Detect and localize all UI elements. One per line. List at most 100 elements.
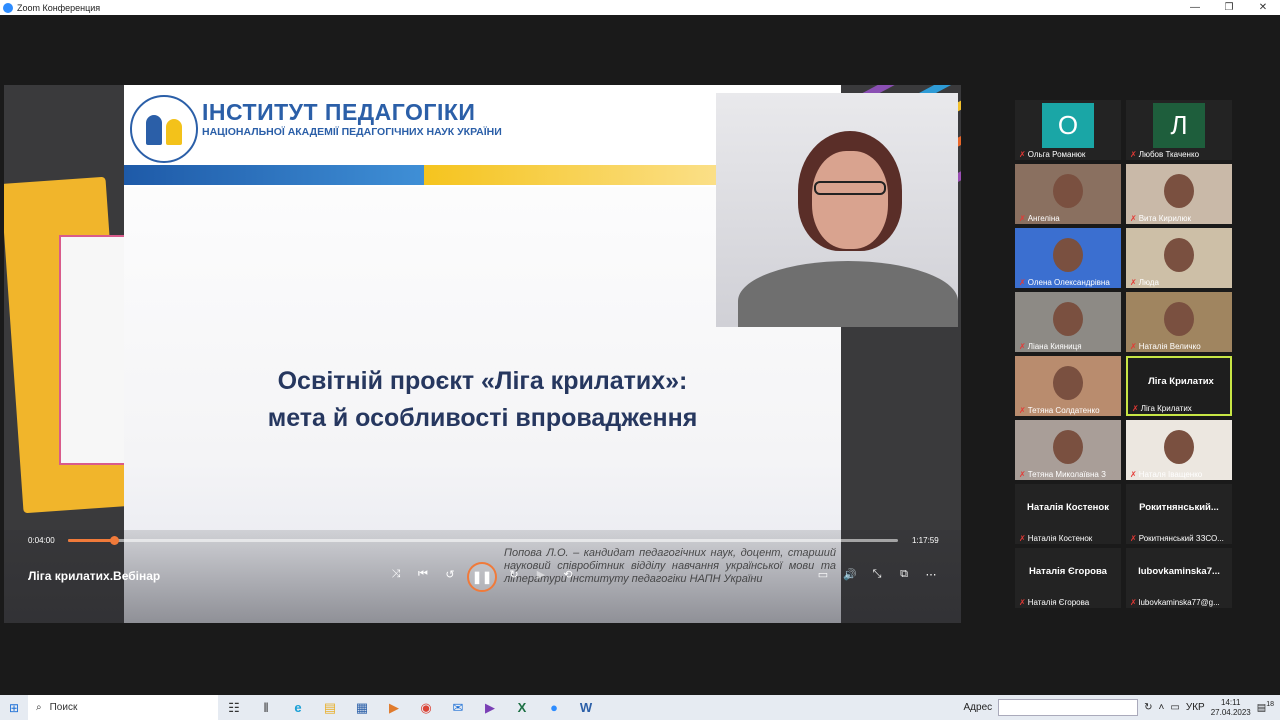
participant-tile[interactable]: Л ✗ Любов Ткаченко [1126,100,1232,160]
excel-icon[interactable]: X [506,695,538,720]
participant-tile[interactable]: ✗ Наталія Величко [1126,292,1232,352]
zoom-app-icon [3,2,13,13]
avatar: О [1042,103,1094,148]
participant-tile[interactable]: ✗ Наталя Іващенко [1126,420,1232,480]
more-icon[interactable]: ⋯ [922,568,940,581]
participant-name-label: ✗ Люда [1130,278,1230,287]
participant-display-name: Наталія Костенок [1027,502,1109,513]
address-input[interactable] [998,699,1139,716]
previous-icon[interactable]: ⏮ [414,568,432,581]
participant-name: Наталія Єгорова [1027,598,1090,607]
muted-mic-icon: ✗ [1019,342,1026,351]
pause-button[interactable]: ❚❚ [467,562,497,592]
file-explorer-icon[interactable]: ▤ [314,695,346,720]
chrome-icon[interactable]: ◉ [410,695,442,720]
search-icon: ⌕ [36,702,42,713]
participant-tile[interactable]: Рокитнянський... ✗ Рокитнянський ЗЗСО... [1126,484,1232,544]
slide-title-line2: мета й особливості впровадження [267,404,698,432]
store-icon[interactable]: ▦ [346,695,378,720]
muted-mic-icon: ✗ [1019,470,1026,479]
participant-tile[interactable]: Наталія Єгорова ✗ Наталія Єгорова [1015,548,1121,608]
window-titlebar: Zoom Конференция — ❐ ✕ [0,0,1280,15]
participant-tile[interactable]: Наталія Костенок ✗ Наталія Костенок [1015,484,1121,544]
header-stripe [424,165,724,185]
miniplayer-icon[interactable]: ⧉ [895,568,913,581]
avatar: Л [1153,103,1205,148]
participant-name-label: ✗ Ліга Крилатих [1132,404,1230,413]
participant-tile[interactable]: ✗ Ангеліна [1015,164,1121,224]
window-title: Zoom Конференция [17,2,101,13]
taskbar-clock[interactable]: 14:11 27.04.2023 [1211,698,1251,718]
shuffle-icon[interactable]: ⤨ [387,568,405,581]
participant-name: Рокитнянський ЗЗСО... [1138,534,1224,543]
participant-name-label: ✗ Наталія Костенок [1019,534,1119,543]
muted-mic-icon: ✗ [1130,278,1137,287]
slide-title: Освітній проєкт «Ліга крилатих»: мета й … [124,363,841,437]
minimize-button[interactable]: — [1178,2,1212,13]
task-view-icon[interactable]: ☷ [218,695,250,720]
network-icon[interactable]: ▭ [1170,702,1179,713]
participant-name: Олена Олександрівна [1027,278,1110,287]
participant-name: Тетяна Солдатенко [1027,406,1100,415]
seek-bar[interactable] [68,536,898,545]
address-label: Адрес [963,702,993,713]
current-time: 0:04:00 [28,536,55,545]
participant-name-label: ✗ Вита Кирилюк [1130,214,1230,223]
participant-video [1053,366,1083,400]
participant-tile[interactable]: ✗ Ліана Кияниця [1015,292,1121,352]
participant-tile[interactable]: lubovkaminska7... ✗ lubovkaminska77@g... [1126,548,1232,608]
notification-count: 18 [1266,701,1274,709]
repeat-icon[interactable]: ⟲ [559,568,577,581]
participant-tile[interactable]: ✗ Олена Олександрівна [1015,228,1121,288]
shared-screen: ІНСТИТУТ ПЕДАГОГІКИ НАЦІОНАЛЬНОЇ АКАДЕМІ… [4,85,961,623]
mail-icon[interactable]: ✉ [442,695,474,720]
participant-name-label: ✗ lubovkaminska77@g... [1130,598,1230,607]
participant-video [1164,238,1194,272]
lang-indicator[interactable]: УКР [1186,702,1205,713]
maximize-button[interactable]: ❐ [1212,2,1246,13]
media-player-icon[interactable]: ▶ [378,695,410,720]
participant-video [1053,238,1083,272]
next-icon[interactable]: ▶ [532,568,550,581]
participant-name: Вита Кирилюк [1138,214,1191,223]
forward-icon[interactable]: ↻ [505,568,523,581]
meeting-stage: ІНСТИТУТ ПЕДАГОГІКИ НАЦІОНАЛЬНОЇ АКАДЕМІ… [0,15,1280,695]
tray-chevron-icon[interactable]: ˄ [1159,702,1165,713]
notifications-icon[interactable]: ▤18 [1257,701,1274,713]
seek-bar-fill [68,539,115,542]
search-label: Поиск [49,702,78,713]
video-editor-icon[interactable]: ▶ [474,695,506,720]
word-icon[interactable]: W [570,695,602,720]
refresh-icon[interactable]: ↻ [1144,702,1152,713]
muted-mic-icon: ✗ [1132,404,1139,413]
participant-tile[interactable]: ✗ Люда [1126,228,1232,288]
participant-name: Тетяна Миколаївна З [1027,470,1106,479]
windows-icon[interactable]: ⊞ [0,701,28,715]
participant-tile[interactable]: ✗ Тетяна Солдатенко [1015,356,1121,416]
zoom-icon[interactable]: ● [538,695,570,720]
participant-display-name: Ліга Крилатих [1148,376,1214,387]
close-button[interactable]: ✕ [1246,2,1280,13]
windows-taskbar: ⊞ ⌕ Поиск ☷ ‖ e ▤ ▦ ▶ ◉ ✉ ▶ X ● W Адрес … [0,695,1280,720]
subtitles-icon[interactable]: ▭ [814,568,832,581]
clock-date: 27.04.2023 [1210,707,1251,717]
participant-name-label: ✗ Наталя Іващенко [1130,470,1230,479]
participant-tile[interactable]: О ✗ Ольга Романюк [1015,100,1121,160]
collapse-icon[interactable]: ⤡ [868,568,886,581]
participant-name: lubovkaminska77@g... [1138,598,1220,607]
participant-name-label: ✗ Тетяна Миколаївна З [1019,470,1119,479]
participant-name: Наталя Іващенко [1138,470,1203,479]
participant-video [1053,174,1083,208]
edge-icon[interactable]: e [282,695,314,720]
participant-name: Наталія Величко [1138,342,1201,351]
rewind-icon[interactable]: ↺ [441,568,459,581]
volume-icon[interactable]: 🔊 [841,568,859,581]
muted-mic-icon: ✗ [1019,150,1026,159]
participant-name: Ольга Романюк [1027,150,1086,159]
taskbar-search[interactable]: ⌕ Поиск [28,695,218,720]
participant-name-label: ✗ Ліана Кияниця [1019,342,1119,351]
participant-tile[interactable]: ✗ Тетяна Миколаївна З [1015,420,1121,480]
participant-tile[interactable]: ✗ Вита Кирилюк [1126,164,1232,224]
muted-mic-icon: ✗ [1130,342,1137,351]
participant-tile[interactable]: Ліга Крилатих ✗ Ліга Крилатих [1126,356,1232,416]
